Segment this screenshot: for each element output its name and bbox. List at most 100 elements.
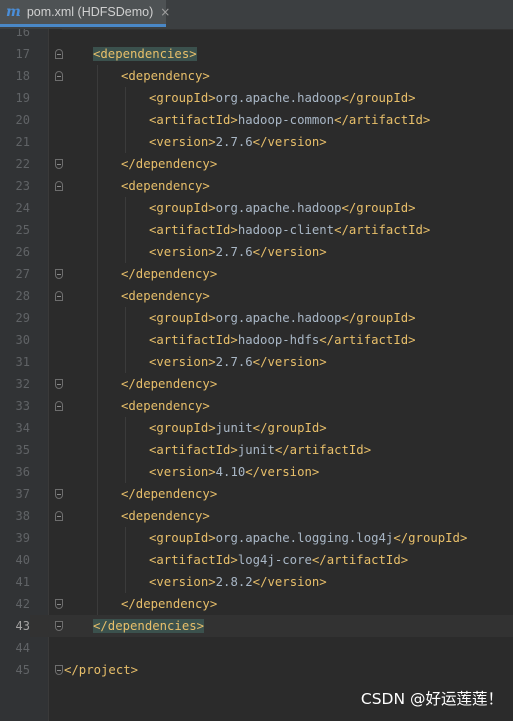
code-line[interactable]: 16 — [0, 29, 513, 43]
code-line[interactable]: 21 <version>2.7.6</version> — [0, 131, 513, 153]
xml-value: log4j-core — [237, 553, 312, 567]
fold-collapse-icon[interactable] — [55, 511, 63, 521]
code-line[interactable]: 18 <dependency> — [0, 65, 513, 87]
xml-value: junit — [215, 421, 253, 435]
xml-tag: </dependency> — [121, 597, 218, 611]
xml-value: org.apache.hadoop — [215, 91, 342, 105]
xml-tag: </version> — [252, 355, 327, 369]
code-line[interactable]: 23 <dependency> — [0, 175, 513, 197]
line-number: 35 — [15, 443, 30, 457]
xml-tag: <dependency> — [121, 179, 210, 193]
line-number: 42 — [15, 597, 30, 611]
code-line[interactable]: 25 <artifactId>hadoop-client</artifactId> — [0, 219, 513, 241]
fold-collapse-icon[interactable] — [55, 49, 63, 59]
code-line[interactable]: 19 <groupId>org.apache.hadoop</groupId> — [0, 87, 513, 109]
xml-tag: <dependency> — [121, 289, 210, 303]
xml-tag: <version> — [149, 465, 216, 479]
fold-collapse-icon[interactable] — [55, 291, 63, 301]
xml-value: org.apache.hadoop — [215, 201, 342, 215]
line-number: 16 — [15, 29, 30, 39]
code-line[interactable]: 28 <dependency> — [0, 285, 513, 307]
code-line[interactable]: 24 <groupId>org.apache.hadoop</groupId> — [0, 197, 513, 219]
line-number: 29 — [15, 311, 30, 325]
code-text: <groupId>org.apache.logging.log4j</group… — [149, 527, 467, 549]
xml-tag: </dependency> — [121, 157, 218, 171]
xml-tag: </version> — [252, 575, 327, 589]
xml-tag: <dependency> — [121, 399, 210, 413]
fold-end-icon[interactable] — [55, 599, 63, 609]
xml-value: 2.7.6 — [215, 245, 253, 259]
code-editor[interactable]: 16 17 <dependencies> 18 <dependency> 19 <group… — [0, 29, 513, 721]
code-line[interactable]: 26 <version>2.7.6</version> — [0, 241, 513, 263]
code-text: <dependency> — [121, 285, 210, 307]
code-line[interactable]: 43 </dependencies> — [0, 615, 513, 637]
xml-tag: </version> — [245, 465, 320, 479]
code-line[interactable]: 17 <dependencies> — [0, 43, 513, 65]
xml-tag: </artifactId> — [319, 333, 416, 347]
code-text: <version>2.8.2</version> — [149, 571, 327, 593]
close-icon[interactable]: × — [160, 5, 170, 19]
xml-tag: <dependency> — [121, 509, 210, 523]
code-line[interactable]: 30 <artifactId>hadoop-hdfs</artifactId> — [0, 329, 513, 351]
code-text: <artifactId>hadoop-common</artifactId> — [149, 109, 430, 131]
code-line[interactable]: 39 <groupId>org.apache.logging.log4j</gro… — [0, 527, 513, 549]
line-number: 36 — [15, 465, 30, 479]
fold-end-icon[interactable] — [55, 621, 63, 631]
code-line[interactable]: 34 <groupId>junit</groupId> — [0, 417, 513, 439]
code-line[interactable]: 22 </dependency> — [0, 153, 513, 175]
code-line[interactable]: 20 <artifactId>hadoop-common</artifactId> — [0, 109, 513, 131]
fold-collapse-icon[interactable] — [55, 71, 63, 81]
code-line[interactable]: 37 </dependency> — [0, 483, 513, 505]
xml-value: junit — [237, 443, 275, 457]
code-text: <dependency> — [121, 65, 210, 87]
code-text: <artifactId>hadoop-hdfs</artifactId> — [149, 329, 416, 351]
editor-tab-bar: m pom.xml (HDFSDemo) × — [0, 0, 513, 30]
code-line[interactable]: 35 <artifactId>junit</artifactId> — [0, 439, 513, 461]
code-text: </dependencies> — [93, 615, 205, 637]
fold-end-icon[interactable] — [55, 665, 63, 675]
fold-collapse-icon[interactable] — [55, 181, 63, 191]
xml-tag: </dependency> — [121, 267, 218, 281]
code-line[interactable]: 33 <dependency> — [0, 395, 513, 417]
code-text: <artifactId>hadoop-client</artifactId> — [149, 219, 430, 241]
line-number: 31 — [15, 355, 30, 369]
xml-tag: </version> — [252, 245, 327, 259]
code-line[interactable]: 44 — [0, 637, 513, 659]
code-text: <dependency> — [121, 505, 210, 527]
xml-tag: </artifactId> — [311, 553, 409, 567]
code-text: <version>2.7.6</version> — [149, 351, 327, 373]
xml-tag: <artifactId> — [149, 333, 238, 347]
xml-tag: <version> — [149, 135, 216, 149]
code-line[interactable]: 41 <version>2.8.2</version> — [0, 571, 513, 593]
code-line[interactable]: 31 <version>2.7.6</version> — [0, 351, 513, 373]
code-line[interactable]: 45 </project> — [0, 659, 513, 681]
fold-end-icon[interactable] — [55, 489, 63, 499]
code-text: </project> — [64, 659, 138, 681]
xml-value: 2.8.2 — [215, 575, 253, 589]
maven-file-icon: m — [6, 4, 21, 20]
code-line[interactable]: 29 <groupId>org.apache.hadoop</groupId> — [0, 307, 513, 329]
code-line[interactable]: 40 <artifactId>log4j-core</artifactId> — [0, 549, 513, 571]
xml-tag: <groupId> — [149, 201, 216, 215]
xml-tag: <artifactId> — [149, 223, 238, 237]
fold-end-icon[interactable] — [55, 159, 63, 169]
fold-collapse-icon[interactable] — [55, 401, 63, 411]
code-text: </dependency> — [121, 483, 217, 505]
code-line[interactable]: 38 <dependency> — [0, 505, 513, 527]
line-number: 41 — [15, 575, 30, 589]
line-number: 26 — [15, 245, 30, 259]
xml-tag: <groupId> — [149, 311, 216, 325]
code-line[interactable]: 36 <version>4.10</version> — [0, 461, 513, 483]
xml-tag: <groupId> — [149, 531, 216, 545]
xml-tag: <dependencies> — [93, 47, 197, 61]
fold-end-icon[interactable] — [55, 379, 63, 389]
code-line[interactable]: 27 </dependency> — [0, 263, 513, 285]
code-text: <version>2.7.6</version> — [149, 131, 327, 153]
tab-pom-xml[interactable]: m pom.xml (HDFSDemo) × — [0, 0, 170, 27]
line-number: 23 — [15, 179, 30, 193]
fold-end-icon[interactable] — [55, 269, 63, 279]
line-number: 45 — [15, 663, 30, 677]
code-line[interactable]: 42 </dependency> — [0, 593, 513, 615]
code-text: </dependency> — [121, 373, 217, 395]
code-line[interactable]: 32 </dependency> — [0, 373, 513, 395]
